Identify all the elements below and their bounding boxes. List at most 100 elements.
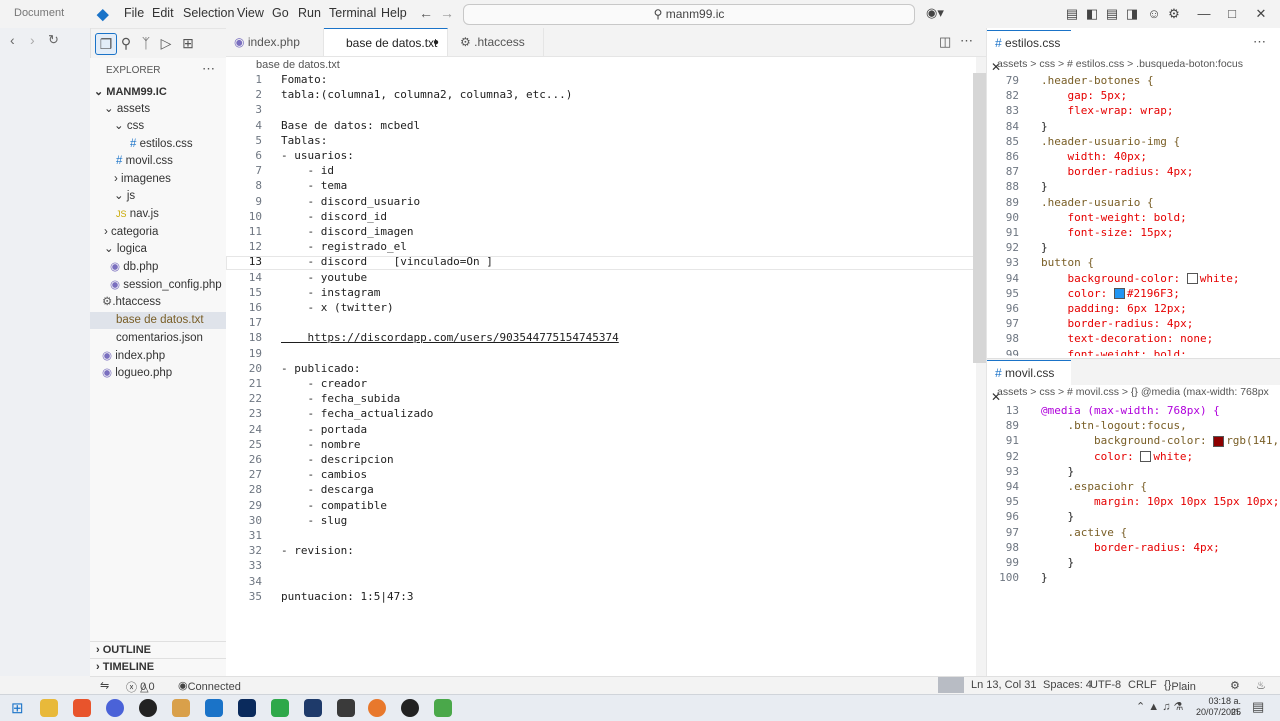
minimize-icon[interactable]: — bbox=[1194, 4, 1214, 24]
search-input[interactable]: ⚲ manm99.ic bbox=[463, 4, 915, 25]
code-editor[interactable]: 1 Fomato: 2 tabla:(columna1, columna2, colu… bbox=[226, 73, 984, 676]
menu-selection[interactable]: Selection bbox=[183, 6, 234, 20]
discord-status[interactable]: ◉ Connected to Discord bbox=[178, 679, 241, 705]
color-swatch-icon[interactable] bbox=[1213, 435, 1225, 447]
file-movil-css[interactable]: # movil.css bbox=[90, 153, 226, 170]
layout-icon[interactable]: ▤ bbox=[1062, 4, 1082, 24]
unsaved-dot-icon[interactable]: ● bbox=[433, 29, 439, 57]
clock-date[interactable]: 20/07/2025 bbox=[1195, 707, 1241, 717]
back-arrow-icon[interactable]: ← bbox=[419, 5, 433, 21]
folder-logica[interactable]: ⌄ logica bbox=[90, 241, 226, 258]
forward-arrow-icon[interactable]: → bbox=[440, 5, 454, 21]
browser-reload-icon[interactable]: ↻ bbox=[48, 32, 59, 48]
movil-css-code[interactable]: 13 @media (max-width: 768px) {89 .btn-log… bbox=[987, 402, 1280, 602]
extensions-icon[interactable]: ⊞ bbox=[178, 33, 198, 53]
maximize-icon[interactable]: □ bbox=[1222, 4, 1242, 24]
file-explorer-icon[interactable] bbox=[40, 699, 58, 717]
menu-view[interactable]: View bbox=[237, 6, 264, 20]
file-htaccess[interactable]: ⚙.htaccess bbox=[90, 294, 226, 311]
workspace-root[interactable]: ⌄ MANM99.IC bbox=[90, 84, 226, 101]
indentation[interactable]: Spaces: 4 bbox=[1043, 679, 1092, 691]
source-control-icon[interactable]: ᛉ bbox=[136, 33, 156, 53]
tab-base-de-datos[interactable]: base de datos.txt ● bbox=[324, 28, 448, 56]
firefox-icon[interactable] bbox=[368, 699, 386, 717]
app-icon[interactable] bbox=[172, 699, 190, 717]
close-icon[interactable]: ✕ bbox=[1251, 4, 1271, 24]
encoding[interactable]: UTF-8 bbox=[1090, 679, 1121, 691]
copilot-icon[interactable]: ◉▾ bbox=[926, 5, 944, 21]
explorer-files-icon[interactable]: ❐ bbox=[95, 33, 117, 55]
toggle-panel-icon[interactable]: ▤ bbox=[1102, 4, 1122, 24]
css-code-line: .btn-logout:focus, bbox=[1041, 419, 1187, 433]
more-actions-icon[interactable]: ⋯ bbox=[960, 33, 973, 49]
breadcrumb[interactable]: base de datos.txt bbox=[226, 57, 976, 73]
discord-icon[interactable] bbox=[401, 699, 419, 717]
outline-section[interactable]: › OUTLINE bbox=[90, 641, 226, 659]
browser-back-icon[interactable]: ‹ bbox=[10, 32, 15, 48]
folder-categoria[interactable]: › categoria bbox=[90, 224, 226, 241]
menu-help[interactable]: Help bbox=[381, 6, 407, 20]
account-icon[interactable]: ☺ bbox=[1144, 4, 1164, 24]
opera-icon[interactable] bbox=[106, 699, 124, 717]
menu-terminal[interactable]: Terminal bbox=[329, 6, 376, 20]
browser-tab-label[interactable]: Document bbox=[14, 7, 64, 19]
notification-center-icon[interactable]: ▤ bbox=[1252, 699, 1264, 715]
breadcrumb[interactable]: assets > css > # estilos.css > .busqueda… bbox=[987, 57, 1280, 72]
tab-index-php[interactable]: ◉ index.php bbox=[226, 28, 324, 56]
camtasia-icon[interactable] bbox=[271, 699, 289, 717]
minecraft-icon[interactable] bbox=[337, 699, 355, 717]
menu-go[interactable]: Go bbox=[272, 6, 289, 20]
toggle-secondary-sidebar-icon[interactable]: ◨ bbox=[1122, 4, 1142, 24]
language-mode[interactable]: {} Plain Text bbox=[1164, 679, 1196, 705]
file-session-config-php[interactable]: ◉ session_config.php bbox=[90, 277, 226, 294]
cursor-position[interactable]: Ln 13, Col 31 bbox=[971, 679, 1036, 691]
tab-htaccess[interactable]: ⚙ .htaccess bbox=[448, 28, 544, 56]
color-swatch-icon[interactable] bbox=[1186, 273, 1198, 285]
settings-gear-icon[interactable]: ⚙ bbox=[1164, 4, 1184, 24]
file-nav-js[interactable]: JS nav.js bbox=[90, 206, 226, 223]
notepad-plus-icon[interactable] bbox=[434, 699, 452, 717]
folder-assets[interactable]: ⌄ assets bbox=[90, 101, 226, 118]
file-index-php[interactable]: ◉ index.php bbox=[90, 348, 226, 365]
color-swatch-icon[interactable] bbox=[1113, 288, 1125, 300]
file-logueo-php[interactable]: ◉ logueo.php bbox=[90, 365, 226, 382]
steam-icon[interactable] bbox=[139, 699, 157, 717]
more-actions-icon[interactable]: ⋯ bbox=[1253, 34, 1266, 50]
sync-icon[interactable]: ⚙ bbox=[1230, 679, 1240, 692]
app-icon[interactable] bbox=[304, 699, 322, 717]
folder-js[interactable]: ⌄ js bbox=[90, 188, 226, 205]
brave-browser-icon[interactable] bbox=[73, 699, 91, 717]
end-of-line[interactable]: CRLF bbox=[1128, 679, 1157, 691]
editor-scrollbar[interactable] bbox=[973, 73, 986, 363]
remote-icon[interactable]: ⇋ bbox=[100, 679, 109, 692]
file-base-de-datos-txt[interactable]: base de datos.txt bbox=[90, 312, 226, 329]
browser-forward-icon[interactable]: › bbox=[30, 32, 35, 48]
notifications-bell-icon[interactable]: ♨ bbox=[1256, 679, 1266, 692]
tray-icons[interactable]: ⌃ ▲ ♫ ⚗ bbox=[1136, 700, 1183, 713]
search-view-icon[interactable]: ⚲ bbox=[116, 33, 136, 53]
split-editor-icon[interactable]: ◫ bbox=[939, 34, 951, 50]
file-estilos-css[interactable]: # estilos.css bbox=[90, 136, 226, 153]
breadcrumb[interactable]: assets > css > # movil.css > {} @media (… bbox=[987, 385, 1280, 400]
tab-movil-css[interactable]: # movil.css ✕ bbox=[987, 360, 1071, 404]
more-actions-icon[interactable]: ⋯ bbox=[202, 61, 215, 77]
tab-label: estilos.css bbox=[1005, 36, 1061, 50]
photoshop-icon[interactable] bbox=[238, 699, 256, 717]
file-comentarios-json[interactable]: comentarios.json bbox=[90, 330, 226, 347]
timeline-section[interactable]: › TIMELINE bbox=[90, 658, 226, 676]
menu-file[interactable]: File bbox=[124, 6, 144, 20]
tab-estilos-css[interactable]: # estilos.css ✕ bbox=[987, 30, 1071, 74]
file-db-php[interactable]: ◉ db.php bbox=[90, 259, 226, 276]
folder-css[interactable]: ⌄ css bbox=[90, 118, 226, 135]
menu-run[interactable]: Run bbox=[298, 6, 321, 20]
folder-imagenes[interactable]: › imagenes bbox=[90, 171, 226, 188]
toggle-sidebar-icon[interactable]: ◧ bbox=[1082, 4, 1102, 24]
run-debug-icon[interactable]: ▷ bbox=[156, 33, 176, 53]
zoom-icon[interactable] bbox=[938, 677, 964, 693]
menu-edit[interactable]: Edit bbox=[152, 6, 174, 20]
problems-status[interactable]: ⓧ 0 △ 0 bbox=[126, 679, 155, 695]
windows-start-icon[interactable]: ⊞ bbox=[11, 699, 24, 717]
color-swatch-icon[interactable] bbox=[1140, 451, 1152, 463]
vscode-taskbar-icon[interactable] bbox=[205, 699, 223, 717]
estilos-css-code[interactable]: 79 .header-botones {82 gap: 5px; 83 flex-w… bbox=[987, 72, 1280, 356]
